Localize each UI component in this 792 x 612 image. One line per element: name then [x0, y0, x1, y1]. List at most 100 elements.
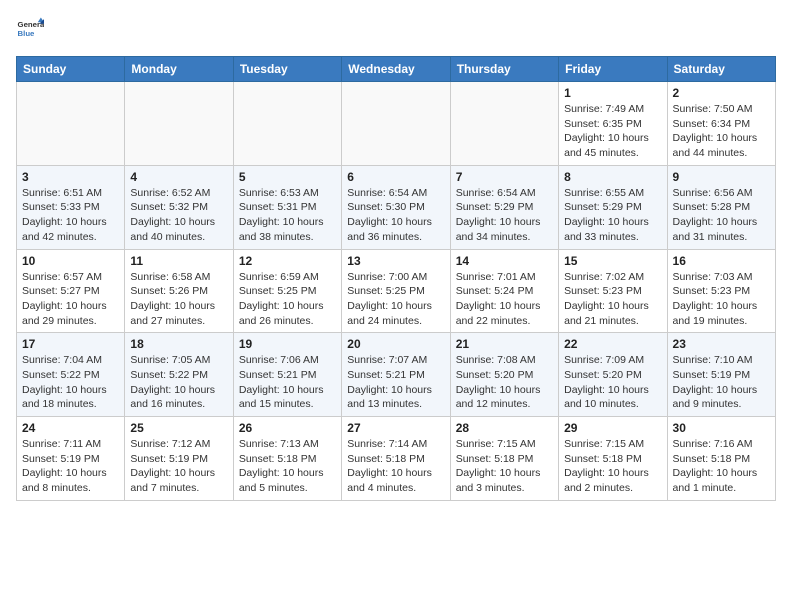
- calendar-cell: 29 Sunrise: 7:15 AM Sunset: 5:18 PM Dayli…: [559, 417, 667, 501]
- day-number: 10: [22, 254, 119, 268]
- calendar-cell: 12 Sunrise: 6:59 AM Sunset: 5:25 PM Dayli…: [233, 249, 341, 333]
- calendar-cell: 24 Sunrise: 7:11 AM Sunset: 5:19 PM Dayli…: [17, 417, 125, 501]
- calendar-cell: 28Sunrise: 7:15 AM Sunset: 5:18 PM Dayli…: [450, 417, 558, 501]
- calendar-cell: 15 Sunrise: 7:02 AM Sunset: 5:23 PM Dayli…: [559, 249, 667, 333]
- day-info: Sunrise: 6:54 AM Sunset: 5:30 PM Dayligh…: [347, 186, 444, 245]
- logo: General Blue: [16, 16, 48, 44]
- day-info: Sunrise: 7:49 AM Sunset: 6:35 PM Dayligh…: [564, 102, 661, 161]
- calendar-cell: 19 Sunrise: 7:06 AM Sunset: 5:21 PM Dayli…: [233, 333, 341, 417]
- day-number: 9: [673, 170, 770, 184]
- calendar-cell: 17 Sunrise: 7:04 AM Sunset: 5:22 PM Dayli…: [17, 333, 125, 417]
- day-info: Sunrise: 7:14 AM Sunset: 5:18 PM Dayligh…: [347, 437, 444, 496]
- day-info: Sunrise: 7:05 AM Sunset: 5:22 PM Dayligh…: [130, 353, 227, 412]
- day-number: 26: [239, 421, 336, 435]
- day-info: Sunrise: 7:01 AM Sunset: 5:24 PM Dayligh…: [456, 270, 553, 329]
- day-info: Sunrise: 6:55 AM Sunset: 5:29 PM Dayligh…: [564, 186, 661, 245]
- day-number: 15: [564, 254, 661, 268]
- day-info: Sunrise: 7:06 AM Sunset: 5:21 PM Dayligh…: [239, 353, 336, 412]
- day-info: Sunrise: 6:58 AM Sunset: 5:26 PM Dayligh…: [130, 270, 227, 329]
- calendar-cell: 2 Sunrise: 7:50 AM Sunset: 6:34 PM Daylig…: [667, 82, 775, 166]
- day-info: Sunrise: 6:53 AM Sunset: 5:31 PM Dayligh…: [239, 186, 336, 245]
- calendar-cell: 16 Sunrise: 7:03 AM Sunset: 5:23 PM Dayli…: [667, 249, 775, 333]
- calendar-cell: [233, 82, 341, 166]
- day-number: 12: [239, 254, 336, 268]
- day-number: 27: [347, 421, 444, 435]
- day-number: 17: [22, 337, 119, 351]
- calendar-cell: 21Sunrise: 7:08 AM Sunset: 5:20 PM Dayli…: [450, 333, 558, 417]
- calendar-cell: 5 Sunrise: 6:53 AM Sunset: 5:31 PM Daylig…: [233, 165, 341, 249]
- day-info: Sunrise: 6:52 AM Sunset: 5:32 PM Dayligh…: [130, 186, 227, 245]
- day-info: Sunrise: 6:59 AM Sunset: 5:25 PM Dayligh…: [239, 270, 336, 329]
- day-info: Sunrise: 7:13 AM Sunset: 5:18 PM Dayligh…: [239, 437, 336, 496]
- day-info: Sunrise: 7:10 AM Sunset: 5:19 PM Dayligh…: [673, 353, 770, 412]
- calendar-cell: [450, 82, 558, 166]
- day-number: 30: [673, 421, 770, 435]
- calendar-cell: 22Sunrise: 7:09 AM Sunset: 5:20 PM Dayli…: [559, 333, 667, 417]
- calendar-cell: 25Sunrise: 7:12 AM Sunset: 5:19 PM Dayli…: [125, 417, 233, 501]
- page-header: General Blue: [16, 16, 776, 44]
- day-number: 3: [22, 170, 119, 184]
- day-number: 5: [239, 170, 336, 184]
- day-number: 20: [347, 337, 444, 351]
- day-number: 24: [22, 421, 119, 435]
- day-of-week-header: Friday: [559, 57, 667, 82]
- calendar-cell: 1 Sunrise: 7:49 AM Sunset: 6:35 PM Daylig…: [559, 82, 667, 166]
- day-of-week-header: Monday: [125, 57, 233, 82]
- day-info: Sunrise: 7:04 AM Sunset: 5:22 PM Dayligh…: [22, 353, 119, 412]
- calendar-week-row: 3 Sunrise: 6:51 AM Sunset: 5:33 PM Daylig…: [17, 165, 776, 249]
- day-info: Sunrise: 7:08 AM Sunset: 5:20 PM Dayligh…: [456, 353, 553, 412]
- calendar-cell: [17, 82, 125, 166]
- day-number: 18: [130, 337, 227, 351]
- calendar-cell: 26 Sunrise: 7:13 AM Sunset: 5:18 PM Dayli…: [233, 417, 341, 501]
- calendar-week-row: 24 Sunrise: 7:11 AM Sunset: 5:19 PM Dayli…: [17, 417, 776, 501]
- day-number: 4: [130, 170, 227, 184]
- day-number: 11: [130, 254, 227, 268]
- calendar-cell: 13Sunrise: 7:00 AM Sunset: 5:25 PM Dayli…: [342, 249, 450, 333]
- day-of-week-header: Thursday: [450, 57, 558, 82]
- calendar-cell: 30 Sunrise: 7:16 AM Sunset: 5:18 PM Dayli…: [667, 417, 775, 501]
- calendar-cell: 3 Sunrise: 6:51 AM Sunset: 5:33 PM Daylig…: [17, 165, 125, 249]
- day-info: Sunrise: 6:54 AM Sunset: 5:29 PM Dayligh…: [456, 186, 553, 245]
- day-number: 23: [673, 337, 770, 351]
- calendar-cell: 7 Sunrise: 6:54 AM Sunset: 5:29 PM Daylig…: [450, 165, 558, 249]
- calendar-cell: 27 Sunrise: 7:14 AM Sunset: 5:18 PM Dayli…: [342, 417, 450, 501]
- day-number: 2: [673, 86, 770, 100]
- day-number: 25: [130, 421, 227, 435]
- day-of-week-header: Sunday: [17, 57, 125, 82]
- day-info: Sunrise: 7:50 AM Sunset: 6:34 PM Dayligh…: [673, 102, 770, 161]
- day-of-week-header: Wednesday: [342, 57, 450, 82]
- day-number: 6: [347, 170, 444, 184]
- calendar-week-row: 17 Sunrise: 7:04 AM Sunset: 5:22 PM Dayli…: [17, 333, 776, 417]
- day-info: Sunrise: 7:02 AM Sunset: 5:23 PM Dayligh…: [564, 270, 661, 329]
- calendar-week-row: 10 Sunrise: 6:57 AM Sunset: 5:27 PM Dayli…: [17, 249, 776, 333]
- day-number: 1: [564, 86, 661, 100]
- calendar-cell: 8 Sunrise: 6:55 AM Sunset: 5:29 PM Daylig…: [559, 165, 667, 249]
- day-of-week-header: Saturday: [667, 57, 775, 82]
- day-of-week-header: Tuesday: [233, 57, 341, 82]
- day-info: Sunrise: 7:16 AM Sunset: 5:18 PM Dayligh…: [673, 437, 770, 496]
- day-number: 8: [564, 170, 661, 184]
- calendar-cell: 20 Sunrise: 7:07 AM Sunset: 5:21 PM Dayli…: [342, 333, 450, 417]
- calendar-cell: 9 Sunrise: 6:56 AM Sunset: 5:28 PM Daylig…: [667, 165, 775, 249]
- day-info: Sunrise: 7:03 AM Sunset: 5:23 PM Dayligh…: [673, 270, 770, 329]
- day-info: Sunrise: 7:11 AM Sunset: 5:19 PM Dayligh…: [22, 437, 119, 496]
- calendar-cell: 11 Sunrise: 6:58 AM Sunset: 5:26 PM Dayli…: [125, 249, 233, 333]
- day-number: 19: [239, 337, 336, 351]
- day-info: Sunrise: 7:07 AM Sunset: 5:21 PM Dayligh…: [347, 353, 444, 412]
- calendar-table: SundayMondayTuesdayWednesdayThursdayFrid…: [16, 56, 776, 501]
- day-info: Sunrise: 6:51 AM Sunset: 5:33 PM Dayligh…: [22, 186, 119, 245]
- day-number: 16: [673, 254, 770, 268]
- day-info: Sunrise: 6:57 AM Sunset: 5:27 PM Dayligh…: [22, 270, 119, 329]
- day-info: Sunrise: 7:15 AM Sunset: 5:18 PM Dayligh…: [564, 437, 661, 496]
- calendar-cell: 23 Sunrise: 7:10 AM Sunset: 5:19 PM Dayli…: [667, 333, 775, 417]
- day-info: Sunrise: 6:56 AM Sunset: 5:28 PM Dayligh…: [673, 186, 770, 245]
- day-number: 14: [456, 254, 553, 268]
- day-number: 13: [347, 254, 444, 268]
- day-info: Sunrise: 7:15 AM Sunset: 5:18 PM Dayligh…: [456, 437, 553, 496]
- calendar-cell: 4 Sunrise: 6:52 AM Sunset: 5:32 PM Daylig…: [125, 165, 233, 249]
- day-number: 29: [564, 421, 661, 435]
- logo-icon: General Blue: [16, 16, 44, 44]
- calendar-cell: 6 Sunrise: 6:54 AM Sunset: 5:30 PM Daylig…: [342, 165, 450, 249]
- calendar-cell: 18 Sunrise: 7:05 AM Sunset: 5:22 PM Dayli…: [125, 333, 233, 417]
- day-number: 7: [456, 170, 553, 184]
